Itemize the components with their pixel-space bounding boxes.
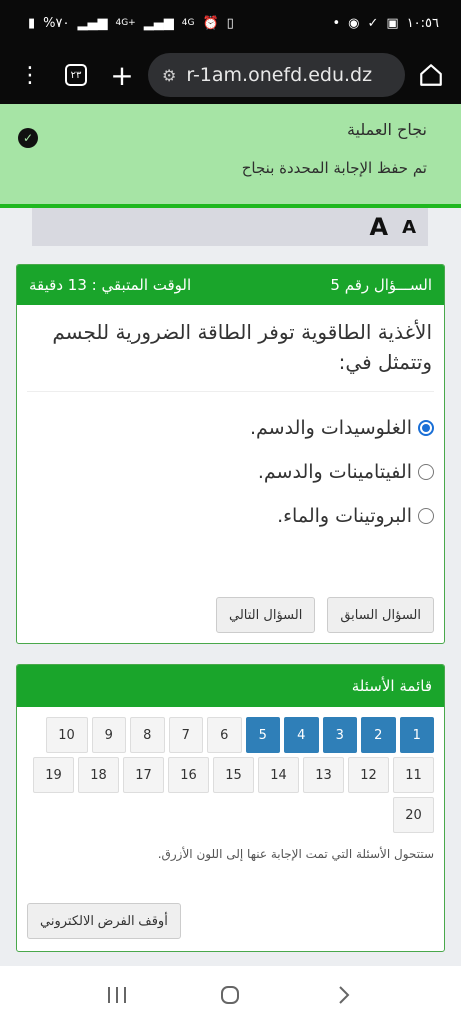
question-number-16[interactable]: 16 <box>168 757 209 793</box>
home-nav-icon[interactable] <box>210 975 250 1015</box>
radio-option-1[interactable] <box>418 420 434 436</box>
question-number-2[interactable]: 2 <box>361 717 396 753</box>
question-number-3[interactable]: 3 <box>322 717 357 753</box>
system-nav-bar <box>0 966 461 1024</box>
question-number-10[interactable]: 10 <box>45 717 88 753</box>
previous-question-button[interactable]: السؤال السابق <box>327 597 434 633</box>
question-text: الأغذية الطاقوية توفر الطاقة الضرورية لل… <box>27 305 434 392</box>
site-settings-icon[interactable]: ⚙ <box>162 66 176 85</box>
answered-note: ستتحول الأسئلة التي تمت الإجابة عنها إلى… <box>157 847 434 861</box>
network-type-2: 4G <box>181 18 195 28</box>
question-grid-row-3: 20 <box>27 797 434 833</box>
question-number-17[interactable]: 17 <box>123 757 164 793</box>
success-toast: نجاح العملية تم حفظ الإجابة المحددة بنجا… <box>0 104 461 208</box>
question-number-12[interactable]: 12 <box>348 757 389 793</box>
battery-percent: %٧٠ <box>43 15 70 31</box>
tab-count: ٢٣ <box>65 64 87 86</box>
question-number-9[interactable]: 9 <box>91 717 126 753</box>
toast-title: نجاح العملية <box>346 120 427 139</box>
question-number-11[interactable]: 11 <box>393 757 434 793</box>
question-number-18[interactable]: 18 <box>78 757 119 793</box>
signal-icon: ▂▄▆ <box>77 15 108 31</box>
answer-options: الغلوسيدات والدسم. الفيتامينات والدسم. ا… <box>17 392 444 538</box>
question-list-card: قائمة الأسئلة 1 2 3 4 5 6 7 8 9 10 11 12 13 14 15 16 17… <box>16 664 445 952</box>
question-number-19[interactable]: 19 <box>33 757 74 793</box>
check-icon: ✓ <box>18 128 38 148</box>
status-right: • ◉ ✓ ▣ ١٠:٥٦ <box>332 16 439 31</box>
time-remaining: الوقت المتبقي : 13 دقيقة <box>29 276 192 294</box>
option-label: الفيتامينات والدسم. <box>257 461 412 483</box>
url-text: r-1am.onefd.edu.dz <box>186 64 373 86</box>
messenger-icon: ◉ <box>348 15 360 31</box>
question-list-title: قائمة الأسئلة <box>17 665 444 707</box>
signal-icon-2: ▂▄▆ <box>143 15 174 31</box>
question-grid-row-2: 11 12 13 14 15 16 17 18 19 <box>27 757 434 793</box>
recent-apps-icon[interactable] <box>97 975 137 1015</box>
option-2[interactable]: الفيتامينات والدسم. <box>27 450 434 494</box>
clock: ١٠:٥٦ <box>406 15 439 31</box>
option-1[interactable]: الغلوسيدات والدسم. <box>27 406 434 450</box>
question-number: الســـؤال رقم 5 <box>330 276 432 294</box>
question-number-8[interactable]: 8 <box>130 717 165 753</box>
question-grid-row-1: 1 2 3 4 5 6 7 8 9 10 <box>27 717 434 753</box>
download-done-icon: ✓ <box>367 15 379 31</box>
question-nav: السؤال السابق السؤال التالي <box>216 597 434 633</box>
back-icon[interactable] <box>324 975 364 1015</box>
battery-icon: ▮ <box>28 15 36 31</box>
battery-saver-icon: ▯ <box>226 15 234 31</box>
status-bar: ▮ %٧٠ ▂▄▆ 4G+ ▂▄▆ 4G ⏰ ▯ • ◉ ✓ ▣ ١٠:٥٦ <box>0 0 461 46</box>
url-bar[interactable]: ⚙ r-1am.onefd.edu.dz <box>148 53 405 97</box>
question-number-6[interactable]: 6 <box>207 717 242 753</box>
tabs-button[interactable]: ٢٣ <box>56 55 96 95</box>
gallery-icon: ▣ <box>386 15 399 31</box>
status-left: ▮ %٧٠ ▂▄▆ 4G+ ▂▄▆ 4G ⏰ ▯ <box>28 16 234 31</box>
font-increase-button[interactable]: A <box>369 213 388 241</box>
font-size-bar: A A <box>32 208 428 246</box>
radio-option-3[interactable] <box>418 508 434 524</box>
option-label: الغلوسيدات والدسم. <box>250 417 412 439</box>
browser-toolbar: ⋮ ٢٣ + ⚙ r-1am.onefd.edu.dz <box>0 46 461 104</box>
alarm-icon: ⏰ <box>202 15 219 31</box>
question-header: الســـؤال رقم 5 الوقت المتبقي : 13 دقيقة <box>17 265 444 305</box>
question-number-14[interactable]: 14 <box>258 757 299 793</box>
menu-dots-icon[interactable]: ⋮ <box>10 55 50 95</box>
question-number-4[interactable]: 4 <box>284 717 319 753</box>
question-card: الســـؤال رقم 5 الوقت المتبقي : 13 دقيقة… <box>16 264 445 644</box>
question-number-20[interactable]: 20 <box>393 797 434 833</box>
new-tab-icon[interactable]: + <box>102 55 142 95</box>
network-type-1: 4G+ <box>115 18 136 28</box>
question-number-13[interactable]: 13 <box>303 757 344 793</box>
question-number-7[interactable]: 7 <box>168 717 203 753</box>
home-icon[interactable] <box>411 55 451 95</box>
radio-option-2[interactable] <box>418 464 434 480</box>
toast-message: تم حفظ الإجابة المحددة بنجاح <box>241 159 427 177</box>
stop-exam-button[interactable]: أوقف الفرض الالكتروني <box>27 903 181 939</box>
option-3[interactable]: البروتينات والماء. <box>27 494 434 538</box>
question-grid: 1 2 3 4 5 6 7 8 9 10 11 12 13 14 15 16 17 18 19 20 <box>17 707 444 833</box>
font-decrease-button[interactable]: A <box>402 217 416 238</box>
question-number-5[interactable]: 5 <box>245 717 280 753</box>
option-label: البروتينات والماء. <box>277 505 412 527</box>
next-question-button[interactable]: السؤال التالي <box>216 597 316 633</box>
dot-icon: • <box>332 15 341 31</box>
question-number-15[interactable]: 15 <box>213 757 254 793</box>
question-number-1[interactable]: 1 <box>399 717 434 753</box>
